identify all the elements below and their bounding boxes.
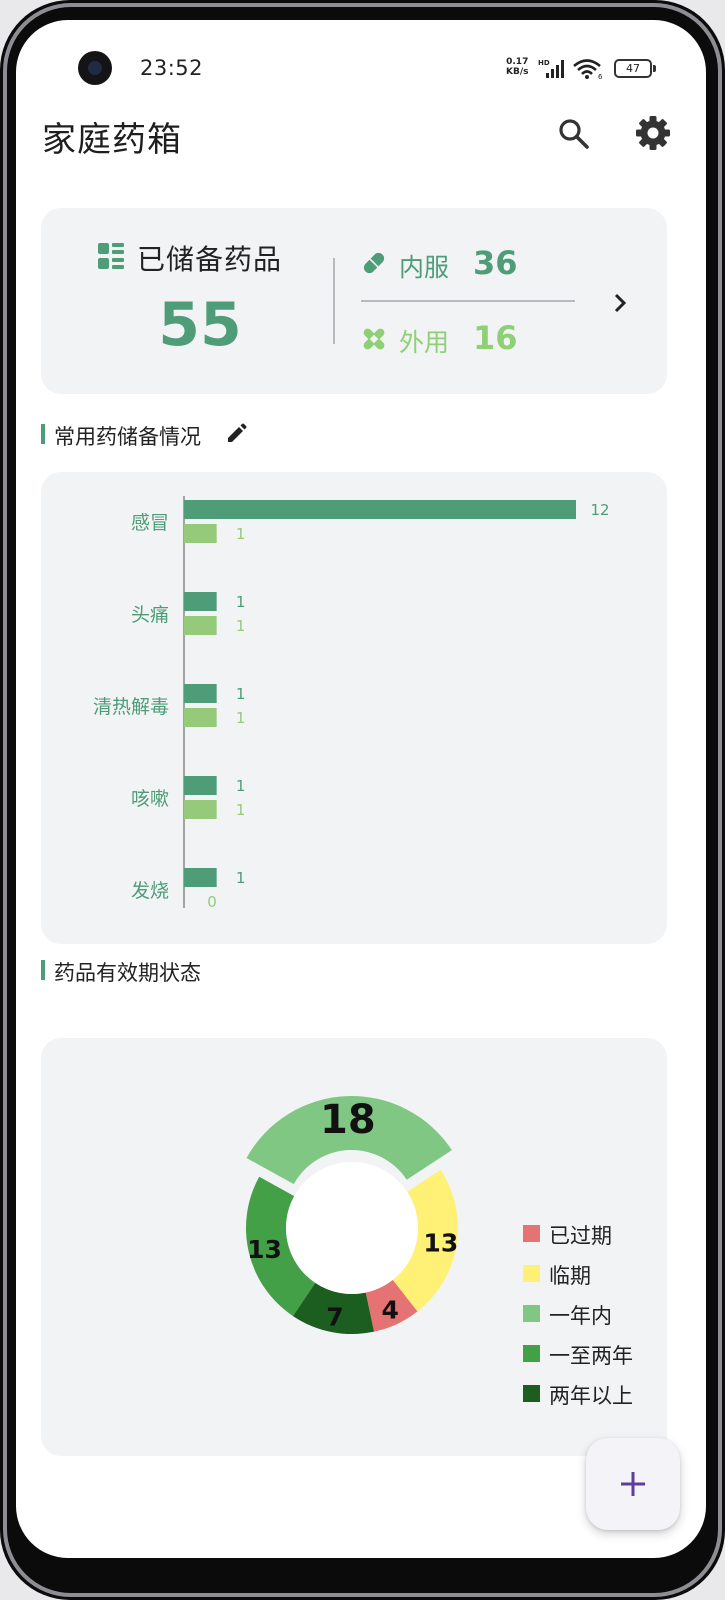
legend-label: 已过期	[549, 1224, 612, 1248]
signal-icon: HD	[538, 59, 564, 78]
app-screen: 23:52 0.17 KB/s HD 6 47 家庭药箱 已储备药品 55 内服…	[16, 20, 706, 1558]
legend-label: 一年内	[549, 1304, 612, 1328]
external-count: 16	[473, 319, 518, 357]
search-icon[interactable]	[556, 116, 592, 152]
legend-item: 两年以上	[523, 1376, 663, 1416]
legend-swatch	[523, 1225, 540, 1242]
slice-value-label: 13	[247, 1235, 282, 1264]
legend-label: 一至两年	[549, 1344, 633, 1368]
validity-chart-card: 4 13 18 13 7 已过期临期一年内一至两年两年以上	[41, 1038, 667, 1456]
svg-text:6: 6	[598, 73, 603, 80]
grid-icon	[98, 243, 124, 269]
bar-primary	[184, 684, 217, 703]
bandage-icon	[363, 328, 385, 350]
legend-item: 临期	[523, 1256, 663, 1296]
bar-secondary	[184, 708, 217, 727]
plus-icon	[621, 1472, 645, 1496]
bar-primary	[184, 500, 576, 519]
legend-label: 两年以上	[549, 1384, 633, 1408]
common-medicine-chart-card: 感冒 12 1 头痛 1 1 清热解毒 1 1 咳嗽 1 1 发烧 1 0	[41, 472, 667, 944]
status-time: 23:52	[140, 56, 204, 80]
bar-chart: 感冒 12 1 头痛 1 1 清热解毒 1 1 咳嗽 1 1 发烧 1 0	[93, 496, 610, 911]
bar-value-label: 1	[236, 801, 246, 819]
net-speed-value: 0.17	[506, 57, 529, 67]
bar-value-label: 1	[236, 869, 246, 887]
bar-value-label: 1	[236, 593, 246, 611]
category-label: 咳嗽	[131, 788, 169, 810]
bar-value-label: 12	[590, 501, 609, 519]
bar-value-label: 1	[236, 709, 246, 727]
legend-swatch	[523, 1385, 540, 1402]
external-label: 外用	[399, 328, 450, 357]
gear-icon[interactable]	[634, 114, 672, 152]
legend-swatch	[523, 1265, 540, 1282]
legend-swatch	[523, 1345, 540, 1362]
card-divider	[333, 258, 335, 344]
donut-hole	[286, 1162, 418, 1294]
page-title: 家庭药箱	[42, 120, 182, 160]
bar-secondary	[184, 616, 217, 635]
slice-value-label: 4	[381, 1296, 398, 1325]
stock-summary-card[interactable]: 已储备药品 55 内服 36 外用 16	[41, 208, 667, 394]
slice-value-label: 18	[320, 1097, 376, 1143]
battery-indicator: 47	[614, 59, 656, 78]
slice-value-label: 13	[423, 1229, 458, 1258]
bar-value-label: 1	[236, 777, 246, 795]
bar-value-label: 0	[207, 893, 217, 911]
section-accent-bar	[41, 960, 45, 980]
front-camera	[78, 51, 112, 85]
wifi-icon: 6	[573, 59, 603, 80]
pill-icon	[363, 252, 385, 274]
legend-item: 一年内	[523, 1296, 663, 1336]
net-speed: 0.17 KB/s	[506, 57, 528, 77]
category-label: 感冒	[131, 512, 169, 534]
chevron-right-icon[interactable]	[609, 290, 631, 316]
oral-label: 内服	[399, 253, 450, 282]
row-divider	[361, 300, 575, 302]
section-title-common: 常用药储备情况	[54, 425, 201, 449]
stock-count: 55	[158, 290, 242, 360]
donut-chart: 4 13 18 13 7	[246, 1096, 458, 1334]
pencil-icon[interactable]	[225, 423, 247, 445]
bar-secondary	[184, 524, 217, 543]
oral-count: 36	[473, 244, 518, 282]
category-label: 头痛	[131, 604, 169, 626]
bar-value-label: 1	[236, 617, 246, 635]
legend-label: 临期	[549, 1264, 591, 1288]
bar-secondary	[184, 800, 217, 819]
category-label: 发烧	[131, 880, 169, 902]
bar-value-label: 1	[236, 525, 246, 543]
section-title-validity: 药品有效期状态	[54, 961, 201, 985]
bar-primary	[184, 592, 217, 611]
legend-item: 一至两年	[523, 1336, 663, 1376]
legend-item: 已过期	[523, 1216, 663, 1256]
stock-label: 已储备药品	[137, 243, 283, 276]
svg-text:HD: HD	[538, 59, 550, 67]
slice-value-label: 7	[326, 1302, 343, 1331]
chart-legend: 已过期临期一年内一至两年两年以上	[523, 1216, 663, 1416]
legend-swatch	[523, 1305, 540, 1322]
status-bar: 23:52 0.17 KB/s HD 6 47	[16, 20, 706, 85]
bar-value-label: 1	[236, 685, 246, 703]
category-label: 清热解毒	[93, 696, 169, 718]
net-speed-unit: KB/s	[506, 67, 529, 77]
add-medicine-button[interactable]	[586, 1438, 680, 1530]
bar-primary	[184, 868, 217, 887]
section-accent-bar	[41, 424, 45, 444]
bar-primary	[184, 776, 217, 795]
